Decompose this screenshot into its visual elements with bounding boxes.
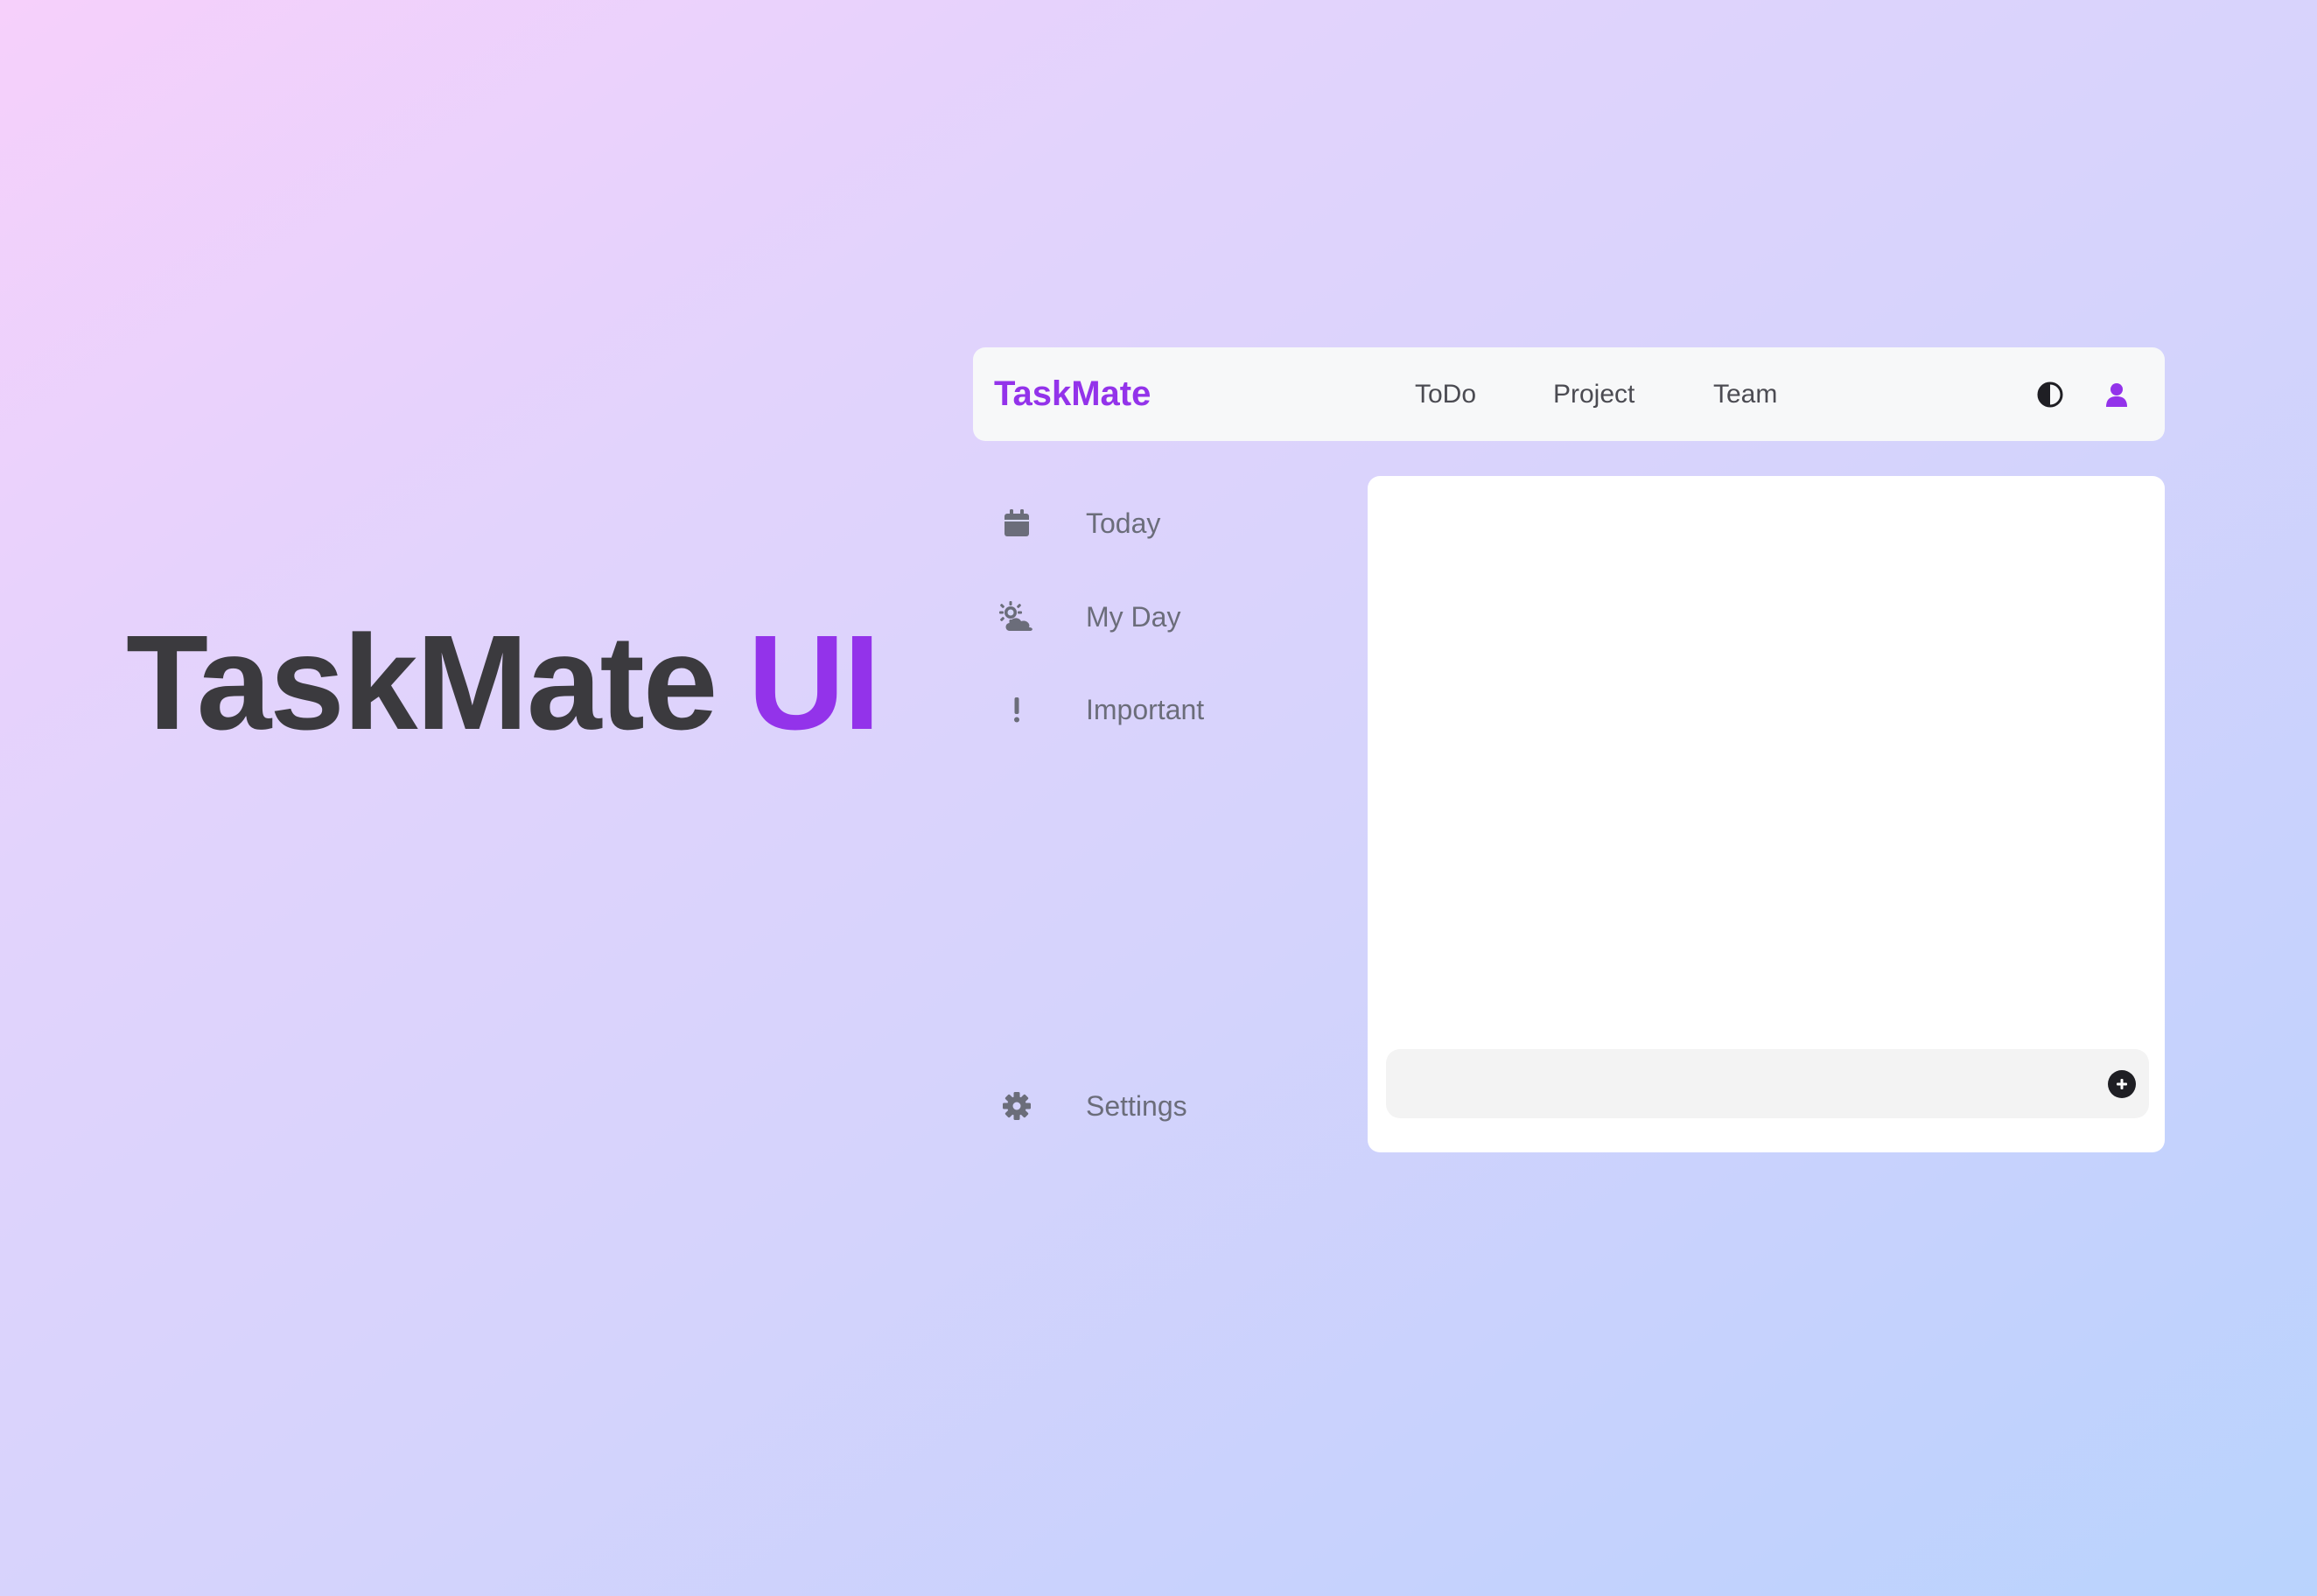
calendar-icon (996, 502, 1038, 544)
contrast-icon (2037, 382, 2063, 408)
sidebar-item-label: Important (1086, 693, 1205, 725)
sidebar-item-important[interactable]: Important (973, 675, 1323, 745)
theme-toggle-button[interactable] (2026, 370, 2075, 419)
hero-title: TaskMate UI (126, 604, 880, 761)
add-task-button[interactable] (2108, 1070, 2136, 1098)
user-profile-button[interactable] (2092, 370, 2141, 419)
plus-circle-icon (2117, 1079, 2127, 1089)
exclamation-icon (996, 689, 1038, 731)
sun-cloud-icon (996, 596, 1038, 638)
task-panel (1368, 476, 2165, 1152)
gear-icon (996, 1085, 1038, 1127)
nav-link-team[interactable]: Team (1713, 347, 1777, 441)
sidebar-item-my-day[interactable]: My Day (973, 582, 1323, 652)
task-input-bar (1386, 1049, 2149, 1118)
sidebar-item-label: My Day (1086, 600, 1181, 633)
nav-link-todo[interactable]: ToDo (1415, 347, 1476, 441)
user-icon (2106, 383, 2127, 407)
nav-link-project[interactable]: Project (1553, 347, 1634, 441)
brand-logo[interactable]: TaskMate (994, 347, 1151, 441)
top-navbar: TaskMate ToDo Project Team (973, 347, 2165, 441)
sidebar-item-today[interactable]: Today (973, 488, 1323, 558)
sidebar-item-label: Today (1086, 507, 1161, 539)
task-input[interactable] (1386, 1049, 2086, 1118)
sidebar-item-settings[interactable]: Settings (973, 1071, 1323, 1141)
hero-title-main: TaskMate (126, 606, 718, 758)
hero-title-accent: UI (747, 606, 880, 758)
sidebar-item-label: Settings (1086, 1089, 1187, 1122)
